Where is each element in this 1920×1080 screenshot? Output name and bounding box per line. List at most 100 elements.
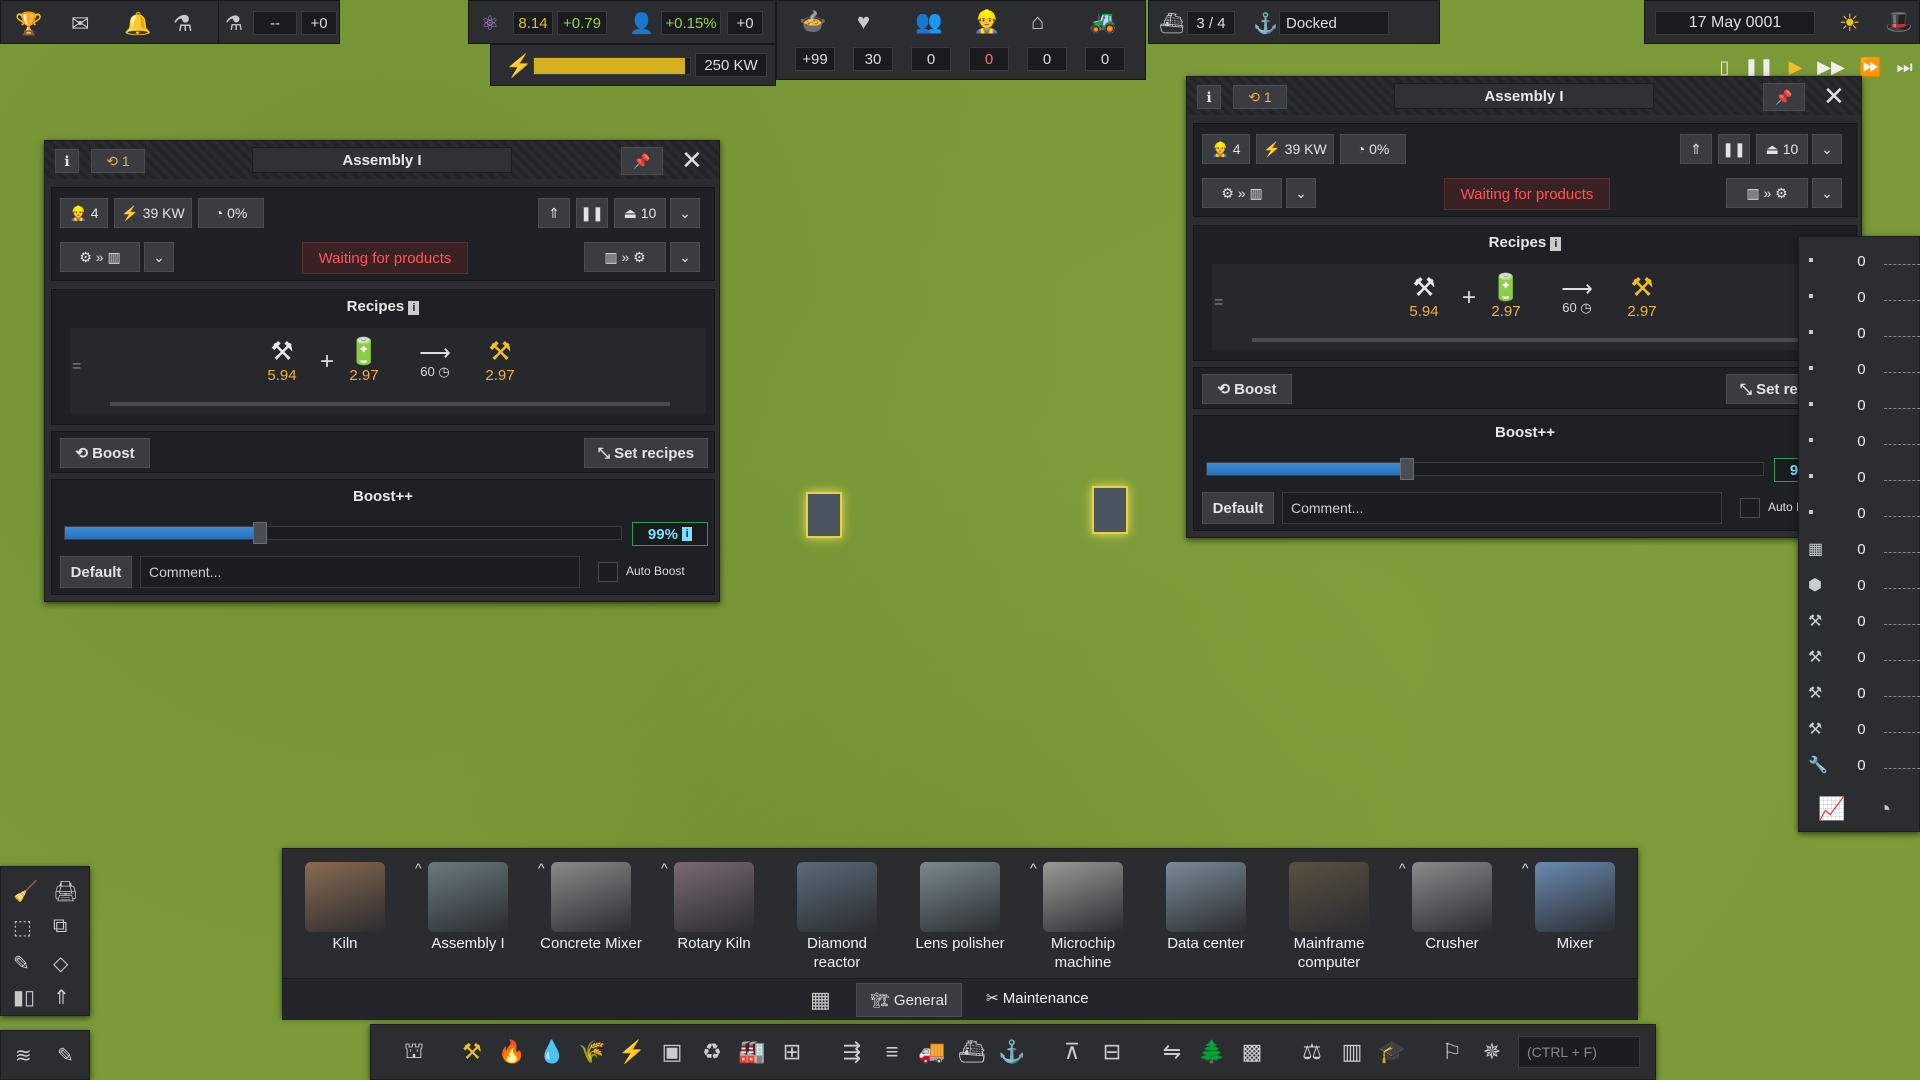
tool-item-assembly[interactable]: ^ Assembly I [413,860,523,953]
input-routing-chevron-icon[interactable]: ⌄ [144,242,174,272]
expand-caret-icon[interactable]: ^ [1399,860,1406,876]
output-routing-chip[interactable]: ▥ » ⚙ [1726,178,1808,208]
side-stat-row[interactable]: ▪ 0 [1800,282,1920,312]
advisor-icon[interactable]: 🎩 [1885,9,1912,35]
side-stat-row[interactable]: ⚒ 0 [1800,606,1920,636]
slider-knob[interactable] [252,522,267,544]
eyedropper-icon[interactable]: ✎ [13,951,30,976]
mail-icon[interactable]: ✉ [71,11,89,37]
recycle-icon[interactable]: ♻ [694,1034,730,1070]
input-routing-chip[interactable]: ⚙ » ▥ [60,242,140,272]
speed-0-icon[interactable]: ▯ [1719,57,1729,78]
tool-item-mixer[interactable]: ^ Mixer [1520,860,1630,953]
chevron-down-icon[interactable]: ⌄ [670,198,700,228]
mining-icon[interactable]: ⚒ [454,1034,490,1070]
expand-caret-icon[interactable]: ^ [415,860,422,876]
grid-icon[interactable]: ▦ [810,987,831,1013]
info-small-icon[interactable]: i [682,527,693,541]
building-icon[interactable]: ▥ [1334,1034,1370,1070]
belt-icon[interactable]: ≡ [874,1034,910,1070]
tool-item-microchip-machine[interactable]: ^ Microchip machine [1028,860,1138,972]
output-routing-chevron-icon[interactable]: ⌄ [670,242,700,272]
side-stat-row[interactable]: ▪ 0 [1800,318,1920,348]
boost-button[interactable]: ⟲ Boost [60,438,150,468]
side-stat-row[interactable]: ▦ 0 [1800,534,1920,564]
side-stat-row[interactable]: ⚒ 0 [1800,678,1920,708]
pin-icon[interactable]: 📌 [1763,83,1805,111]
comment-input[interactable]: Comment... [1282,492,1722,524]
side-stat-row[interactable]: ⬢ 0 [1800,570,1920,600]
bulldoze-icon[interactable]: 🧹 [13,879,38,904]
recipe-row[interactable]: = ⚒ 5.94 + 🔋 2.97 ⟶ 60 ◷ ⚒ 2.97 [1212,264,1848,350]
priority-chip[interactable]: ⏏ 10 [614,198,666,228]
tab-general[interactable]: 🏗 General [856,983,962,1017]
boost-button[interactable]: ⟲ Boost [1202,374,1292,404]
sun-icon[interactable]: ☀ [1839,9,1861,38]
copy-icon[interactable]: ⧉ [53,915,67,938]
play-icon[interactable]: ▶ [1789,57,1803,78]
area-icon[interactable]: ◇ [53,951,68,976]
tool-item-crusher[interactable]: ^ Crusher [1397,860,1507,953]
storage-icon[interactable]: ▣ [654,1034,690,1070]
pause-button[interactable]: ❚❚ [576,198,608,228]
history-badge[interactable]: ⟲ 1 [1233,85,1287,109]
history-badge[interactable]: ⟲ 1 [91,149,145,173]
comment-input[interactable]: Comment... [140,556,580,588]
select-icon[interactable]: ⬚ [13,915,32,940]
trophy-icon[interactable]: 🏆 [15,11,42,37]
recipe-scroll-bar[interactable] [110,402,670,406]
food-icon[interactable]: 🍲 [799,9,826,35]
tree-icon[interactable]: 🌲 [1194,1034,1230,1070]
tab-maintenance[interactable]: ✂ Maintenance [986,989,1089,1007]
upgrade-icon[interactable]: ⇑ [1680,134,1712,164]
bars-icon[interactable]: ▮▯ [13,985,35,1010]
drag-handle-icon[interactable]: = [1214,294,1223,312]
set-recipes-button[interactable]: ⤡ Set recipes [584,438,708,468]
input-routing-chevron-icon[interactable]: ⌄ [1286,178,1316,208]
chevron-down-icon[interactable]: ⌄ [1812,134,1842,164]
assembly-building-2[interactable] [1092,486,1128,534]
chart-icon[interactable]: 📈 [1818,796,1845,822]
edit-icon[interactable]: ✎ [57,1043,74,1068]
priority-chip[interactable]: ⏏ 10 [1756,134,1808,164]
education-icon[interactable]: 🎓 [1374,1034,1410,1070]
info-icon[interactable]: ℹ [1197,85,1221,109]
pin-icon[interactable]: 📌 [621,147,663,175]
pause-icon[interactable]: ❚❚ [1744,57,1774,78]
water-icon[interactable]: 💧 [534,1034,570,1070]
fast-icon[interactable]: ▶▶ [1817,57,1845,78]
expand-caret-icon[interactable]: ^ [661,860,668,876]
slider-knob[interactable] [1400,458,1415,480]
window-header[interactable]: ℹ ⟲ 1 Assembly I 📌 ✕ [1187,77,1861,115]
network-icon[interactable]: ⊞ [774,1034,810,1070]
health-icon[interactable]: ♥ [857,9,870,35]
power-chip[interactable]: ⚡ 39 KW [1256,134,1334,164]
farm-icon[interactable]: 🌾 [574,1034,610,1070]
bell-icon[interactable]: 🔔 [124,11,151,37]
flask-icon[interactable]: ⚗ [173,11,193,37]
window-header[interactable]: ℹ ⟲ 1 Assembly I 📌 ✕ [45,141,719,179]
input-routing-chip[interactable]: ⚙ » ▥ [1202,178,1282,208]
fence-icon[interactable]: ▩ [1234,1034,1270,1070]
search-input[interactable]: (CTRL + F) [1518,1036,1640,1068]
assembly-building-1[interactable] [806,492,842,538]
expand-caret-icon[interactable]: ^ [1522,860,1529,876]
side-stat-row[interactable]: 🔧 0 [1800,750,1920,780]
dock-icon[interactable]: ⚓ [994,1034,1030,1070]
expand-caret-icon[interactable]: ^ [1030,860,1037,876]
workers-chip[interactable]: 👷 4 [60,198,108,228]
tool-item-concrete-mixer[interactable]: ^ Concrete Mixer [536,860,646,953]
auto-boost-checkbox[interactable] [1740,498,1760,518]
side-stat-row[interactable]: ⚒ 0 [1800,642,1920,672]
pipe-icon[interactable]: ⊟ [1094,1034,1130,1070]
bridge-icon[interactable]: ⊼ [1054,1034,1090,1070]
people-icon[interactable]: 👥 [915,9,942,35]
tool-item-rotary-kiln[interactable]: ^ Rotary Kiln [659,860,769,953]
fire-icon[interactable]: 🔥 [494,1034,530,1070]
side-stat-row[interactable]: ▪ 0 [1800,462,1920,492]
vehicle-icon[interactable]: 🚜 [1089,9,1116,35]
boost-slider[interactable] [1206,458,1764,480]
factory-icon[interactable]: 🏭 [734,1034,770,1070]
scale-icon[interactable]: ⚖ [1294,1034,1330,1070]
transport-icon[interactable]: ⇋ [1154,1034,1190,1070]
